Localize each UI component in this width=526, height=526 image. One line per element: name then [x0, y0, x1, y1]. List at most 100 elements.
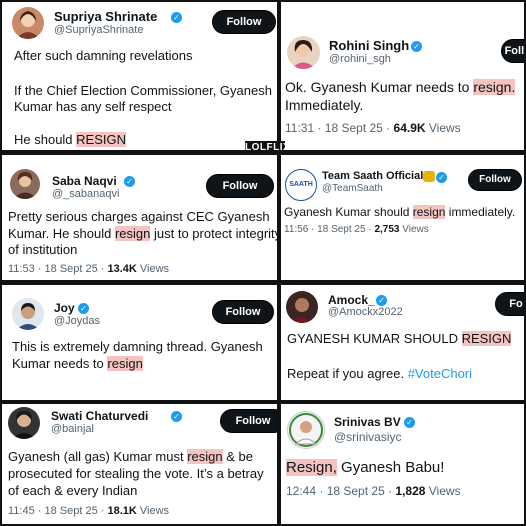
author-handle[interactable]: @srinivasiyc	[334, 430, 402, 444]
tweet-text-line: prosecuted for stealing the vote. It’s a…	[8, 466, 264, 481]
tweet-card-saba[interactable]: Saba Naqvi ✓ @_sabanaqvi Follow Pretty s…	[2, 155, 277, 280]
timestamp[interactable]: 11:53 · 18 Sept 25 ·	[8, 263, 107, 275]
views-label: Views	[425, 121, 461, 135]
verified-badge-icon: ✓	[376, 295, 387, 306]
verified-badge-icon: ✓	[124, 176, 135, 187]
timestamp[interactable]: 11:31 · 18 Sept 25 ·	[285, 121, 394, 135]
tweet-text-line: GYANESH KUMAR SHOULD RESIGN	[287, 331, 512, 346]
views-label: Views	[136, 505, 170, 517]
tweet-text-line: Resign, Gyanesh Babu!	[286, 459, 444, 476]
highlight-resign: resign	[107, 356, 143, 371]
tweet-text-line: After such damning revelations	[14, 48, 193, 63]
follow-button[interactable]: Follow	[212, 10, 276, 34]
avatar[interactable]	[287, 411, 325, 449]
tweet-meta: 12:44 · 18 Sept 25 · 1,828 Views	[286, 484, 461, 498]
avatar[interactable]	[287, 36, 320, 69]
avatar[interactable]	[8, 407, 40, 439]
follow-button[interactable]: Fo	[495, 292, 524, 316]
verified-badge-icon: ✓	[436, 172, 447, 183]
saath-logo-icon: SAATH	[289, 181, 313, 188]
tweet-text-line: This is extremely damning thread. Gyanes…	[12, 339, 263, 354]
highlight-resign: resign	[412, 205, 446, 219]
verified-badge-icon: ✓	[171, 12, 182, 23]
tweet-text-line: Ok. Gyanesh Kumar needs to resign.	[285, 79, 516, 95]
text-segment: just to protect integrity	[150, 226, 277, 241]
tweet-card-joy[interactable]: Joy ✓ @Joydas Follow This is extremely d…	[2, 285, 277, 400]
author-handle[interactable]: @SupriyaShrinate	[54, 24, 143, 36]
timestamp[interactable]: 11:56 · 18 Sept 25 ·	[284, 224, 374, 235]
highlight-resign: Resign,	[286, 459, 337, 476]
tweet-collage: Supriya Shrinate ✓ @SupriyaShrinate Foll…	[0, 0, 526, 526]
author-name[interactable]: Srinivas BV	[334, 415, 401, 429]
view-count: 1,828	[395, 484, 426, 498]
author-handle[interactable]: @Amockx2022	[328, 306, 403, 318]
verified-badge-icon: ✓	[171, 411, 182, 422]
follow-button[interactable]: Follow	[220, 409, 277, 433]
text-segment: Kumar. He should	[8, 226, 115, 241]
author-name[interactable]: Supriya Shrinate	[54, 9, 157, 24]
author-handle[interactable]: @rohini_sgh	[329, 53, 391, 65]
author-handle[interactable]: @TeamSaath	[322, 183, 383, 194]
avatar[interactable]	[10, 169, 40, 199]
highlight-resign: resign	[114, 226, 151, 241]
highlight-resign: resign	[187, 449, 223, 464]
view-count: 18.1K	[107, 505, 137, 517]
tweet-meta: 11:53 · 18 Sept 25 · 13.4K Views	[8, 263, 169, 275]
author-name[interactable]: Team Saath Official	[322, 170, 423, 182]
tweet-text-line: Kumar needs to resign	[12, 356, 143, 371]
tweet-card-rohini[interactable]: Rohini Singh ✓ @rohini_sgh Follow Ok. Gy…	[281, 2, 524, 150]
view-count: 13.4K	[107, 263, 137, 275]
verified-badge-icon: ✓	[404, 417, 415, 428]
hashtag-link[interactable]: #VoteChori	[408, 366, 472, 381]
tweet-card-supriya[interactable]: Supriya Shrinate ✓ @SupriyaShrinate Foll…	[2, 2, 277, 150]
follow-button[interactable]: Follow	[206, 174, 274, 198]
view-count: 64.9K	[393, 121, 426, 135]
verified-badge-icon: ✓	[78, 303, 89, 314]
text-segment: & be	[222, 449, 253, 464]
timestamp[interactable]: 11:45 · 18 Sept 25 ·	[8, 505, 107, 517]
timestamp[interactable]: 12:44 · 18 Sept 25 ·	[286, 484, 395, 498]
author-handle[interactable]: @bainjal	[51, 423, 94, 435]
author-name[interactable]: Saba Naqvi	[52, 174, 117, 188]
text-segment: Repeat if you agree.	[287, 366, 408, 381]
author-name[interactable]: Swati Chaturvedi	[51, 409, 148, 423]
tweet-card-srinivas[interactable]: Srinivas BV ✓ @srinivasiyc Resign, Gyane…	[281, 404, 524, 524]
follow-button[interactable]: Follow	[468, 169, 522, 191]
text-segment: Gyanesh Babu!	[336, 459, 445, 476]
avatar[interactable]	[12, 298, 44, 330]
highlight-resign: RESIGN	[76, 132, 126, 147]
follow-button[interactable]: Follow	[212, 300, 274, 324]
tweet-card-amock[interactable]: Amock_ ✓ @Amockx2022 Fo GYANESH KUMAR SH…	[281, 285, 524, 400]
verified-badge-icon: ✓	[411, 41, 422, 52]
author-name[interactable]: Amock_	[328, 293, 375, 307]
text-segment: Gyanesh Kumar should	[284, 205, 413, 219]
avatar[interactable]: SAATH	[285, 169, 317, 201]
tweet-text-line: Immediately.	[285, 97, 364, 113]
person-avatar-icon	[16, 11, 40, 39]
author-name[interactable]: Rohini Singh	[329, 38, 409, 53]
follow-button[interactable]: Follow	[501, 39, 524, 63]
author-handle[interactable]: @Joydas	[54, 315, 100, 327]
text-segment: GYANESH KUMAR SHOULD	[287, 331, 462, 346]
author-name[interactable]: Joy	[54, 301, 75, 315]
highlight-resign: resign.	[473, 79, 516, 95]
text-segment: Gyanesh (all gas) Kumar must	[8, 449, 188, 464]
text-segment: He should	[14, 132, 77, 147]
text-segment: Kumar needs to	[12, 356, 108, 371]
views-label: Views	[425, 484, 461, 498]
gold-badge-icon	[423, 171, 435, 182]
avatar[interactable]	[286, 291, 318, 323]
tweet-card-teamsaath[interactable]: SAATH Team Saath Official ✓ @TeamSaath F…	[281, 155, 524, 280]
person-avatar-icon	[291, 40, 316, 69]
text-segment: immediately.	[445, 205, 516, 219]
highlight-resign: RESIGN	[461, 331, 512, 346]
avatar[interactable]	[12, 7, 44, 39]
tweet-text-line: If the Chief Election Commissioner, Gyan…	[14, 83, 272, 98]
views-label: Views	[136, 263, 170, 275]
person-avatar-icon	[290, 298, 314, 323]
tweet-text-line: Pretty serious charges against CEC Gyane…	[8, 209, 270, 224]
author-handle[interactable]: @_sabanaqvi	[52, 188, 119, 200]
tweet-card-swati[interactable]: Swati Chaturvedi ✓ @bainjal Follow Gyane…	[2, 404, 277, 524]
views-label: Views	[399, 224, 429, 235]
person-avatar-icon	[13, 172, 37, 199]
